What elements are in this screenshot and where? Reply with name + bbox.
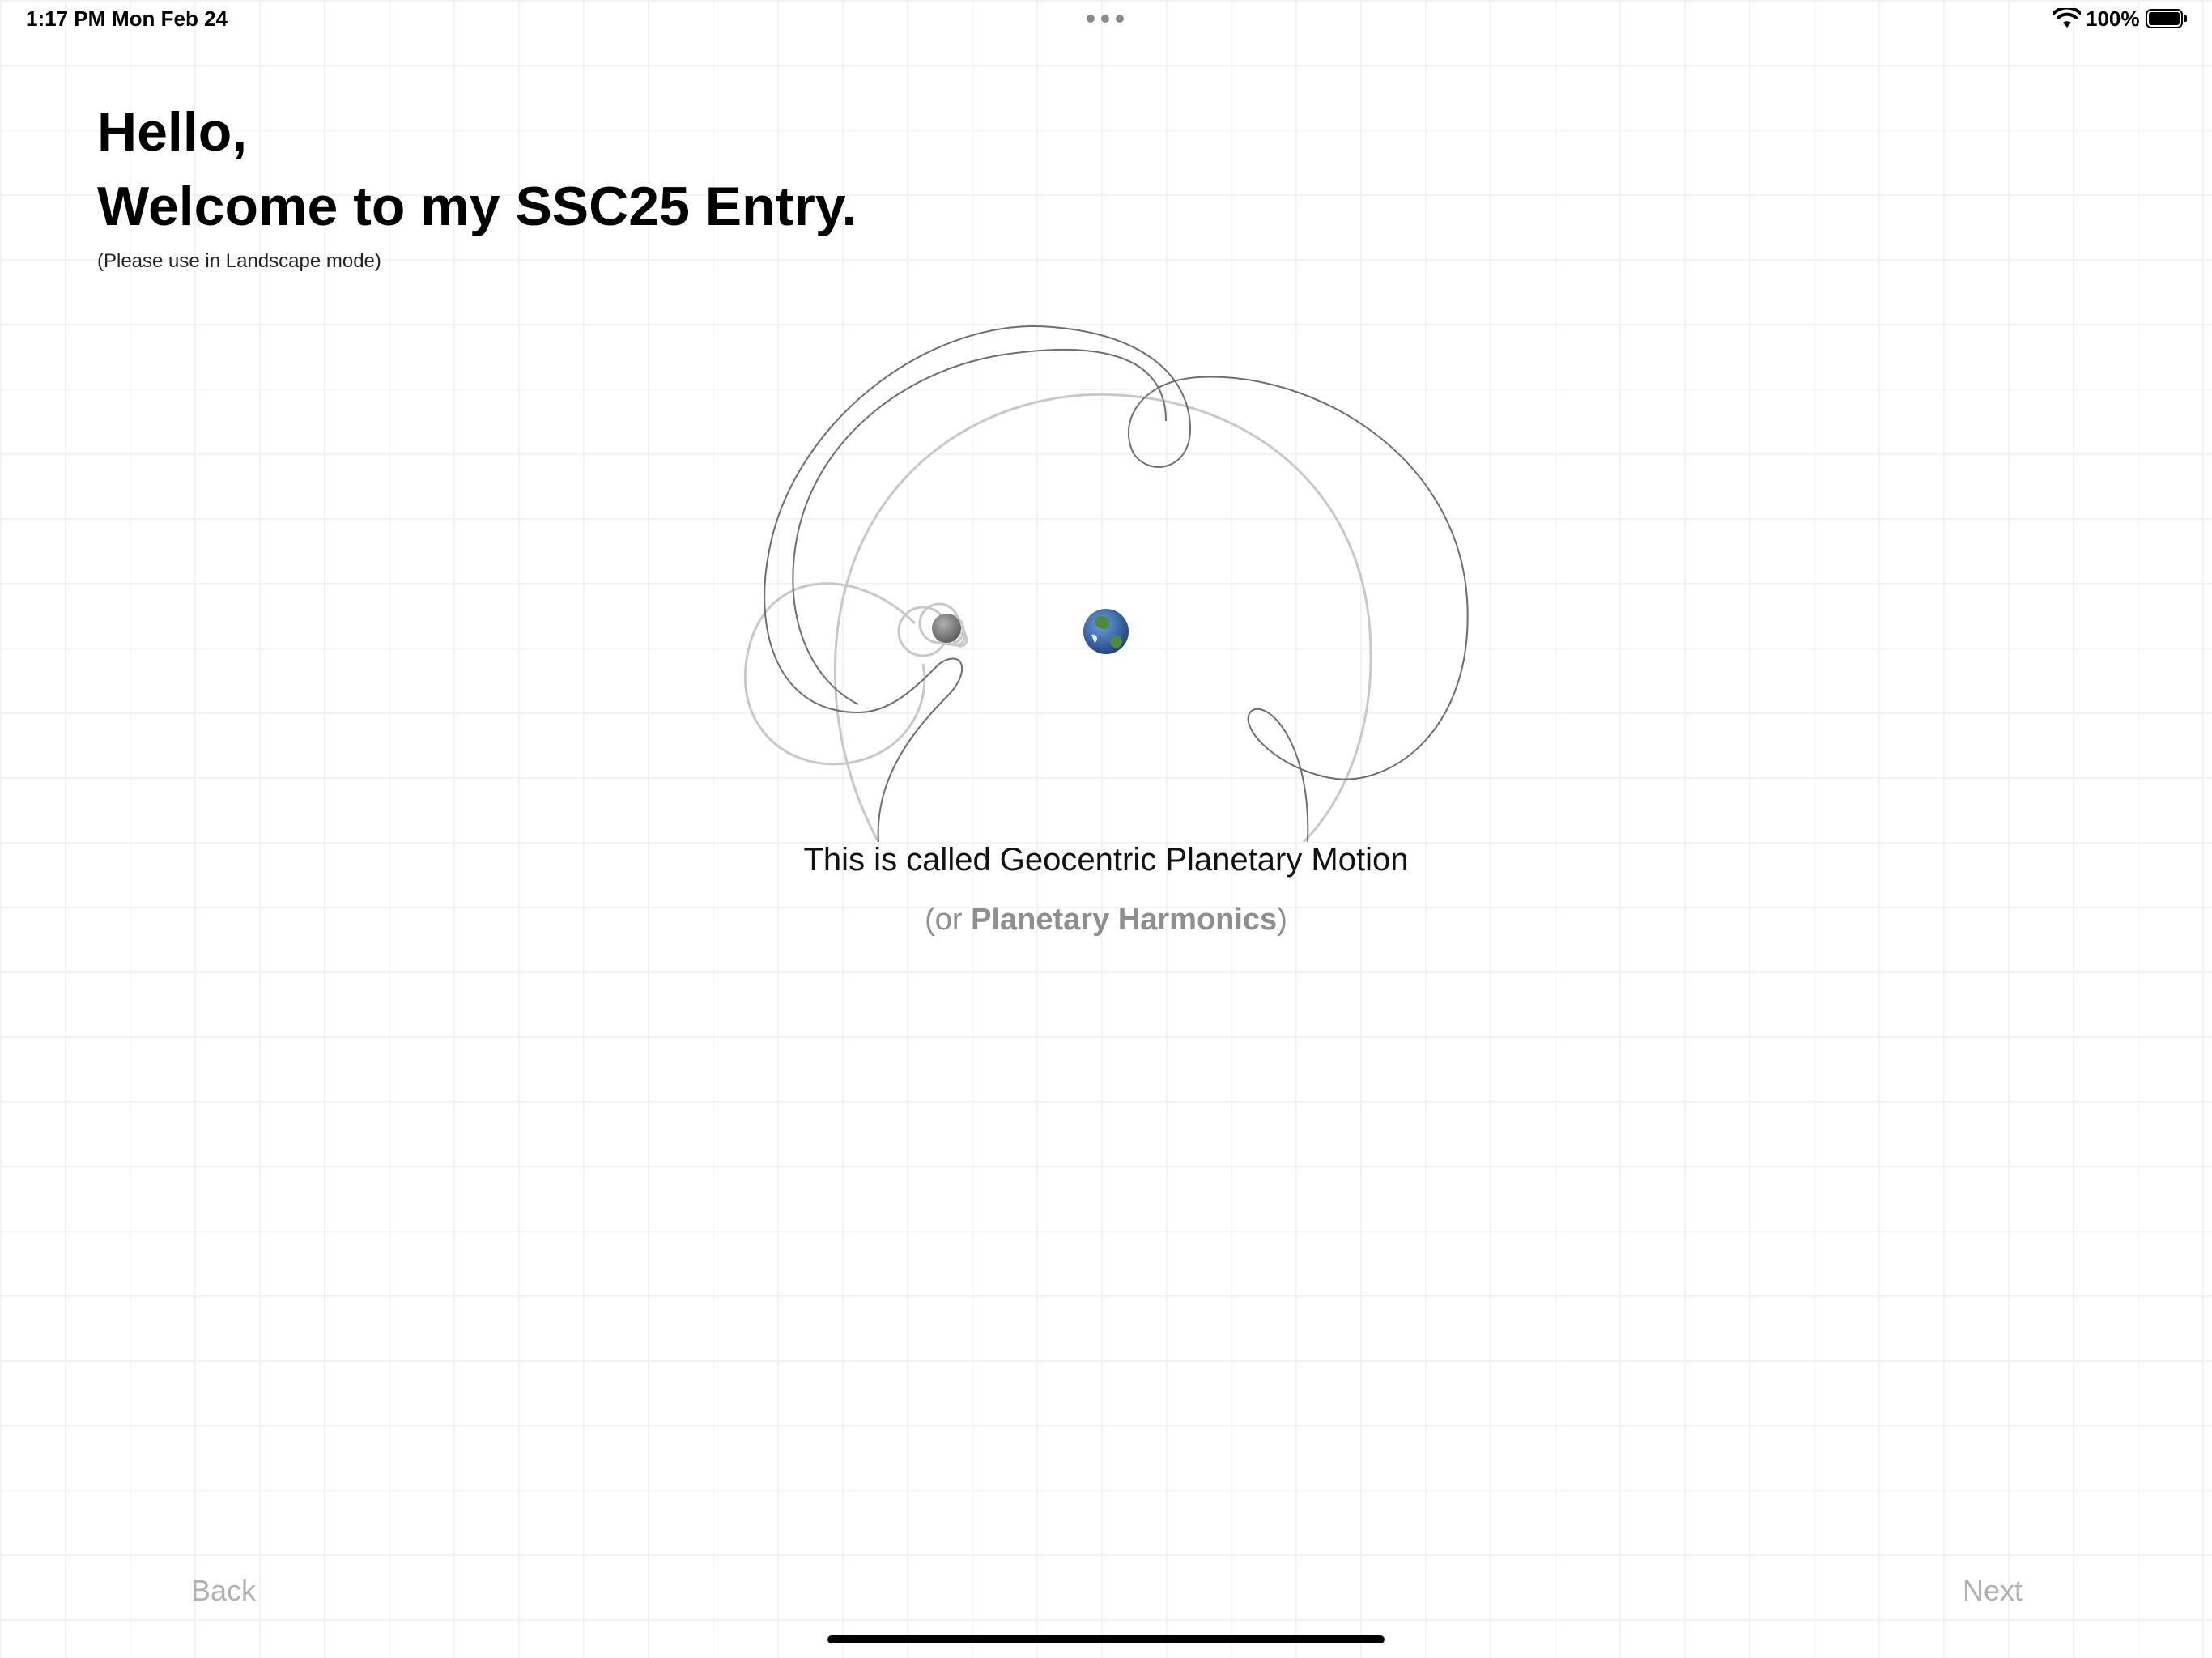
moon-icon — [932, 614, 961, 643]
orbit-visualization — [743, 325, 1469, 842]
home-indicator[interactable] — [827, 1635, 1385, 1643]
status-bar: 1:17 PM Mon Feb 24 100% — [0, 0, 2212, 39]
caption-sub-open: (or — [925, 903, 972, 937]
light-orbit-trail — [743, 393, 1372, 842]
status-date: Mon Feb 24 — [112, 6, 228, 31]
wifi-icon — [2053, 8, 2081, 28]
greeting-heading: Hello, — [97, 101, 248, 163]
landscape-hint: (Please use in Landscape mode) — [97, 250, 381, 272]
multitasking-menu-icon[interactable] — [1087, 15, 1124, 23]
caption-sub-close: ) — [1277, 903, 1287, 937]
back-button[interactable]: Back — [191, 1574, 256, 1608]
welcome-heading: Welcome to my SSC25 Entry. — [97, 176, 857, 237]
next-button[interactable]: Next — [1963, 1574, 2023, 1608]
dark-orbit-trail — [764, 325, 1469, 842]
battery-percent: 100% — [2086, 6, 2140, 31]
caption-sub: (or Planetary Harmonics) — [0, 903, 2212, 937]
earth-icon — [1083, 609, 1129, 654]
caption-sub-strong: Planetary Harmonics — [971, 903, 1278, 937]
caption-main: This is called Geocentric Planetary Moti… — [803, 842, 1409, 878]
battery-icon — [2146, 9, 2187, 28]
status-time: 1:17 PM — [26, 6, 106, 31]
